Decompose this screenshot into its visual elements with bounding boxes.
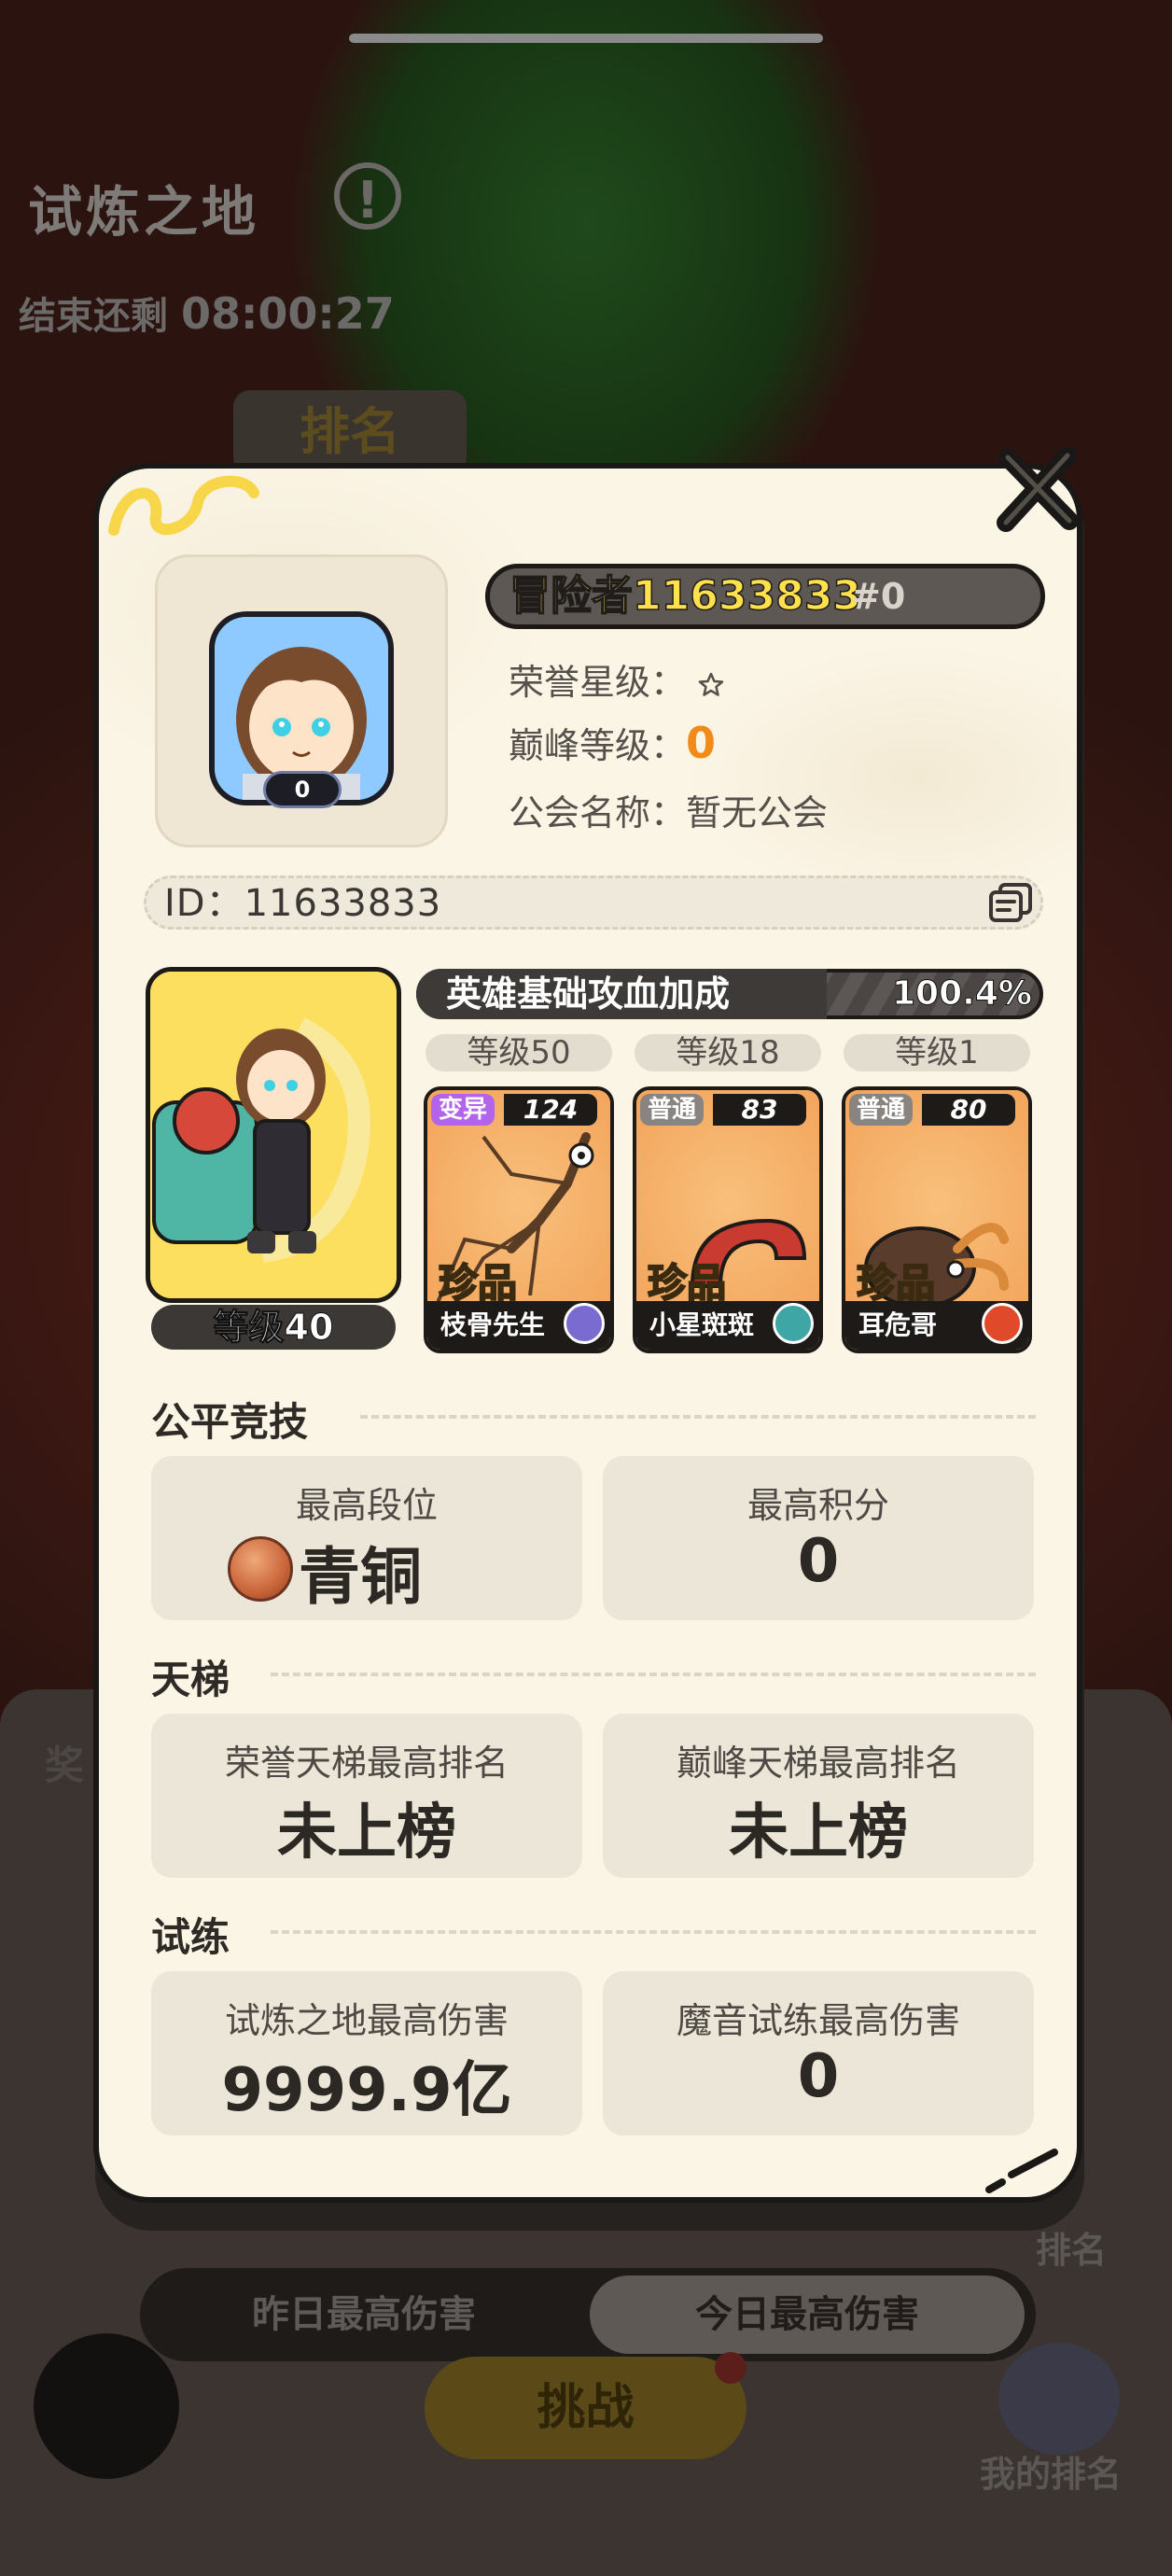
timer-value: 08:00:27 bbox=[180, 288, 395, 339]
pet-power: 124 bbox=[504, 1094, 597, 1126]
pet-rarity-badge: 普通 bbox=[849, 1094, 914, 1126]
timer-prefix: 结束还剩 bbox=[19, 295, 168, 338]
player-name: 冒险者11633833 bbox=[509, 571, 861, 621]
challenge-button: 挑战 bbox=[425, 2357, 746, 2459]
element-icon bbox=[773, 1303, 814, 1344]
hero-card[interactable] bbox=[146, 967, 401, 1303]
pet-card[interactable]: 普通 80 珍品 耳危哥 bbox=[842, 1086, 1032, 1353]
side-rank-button: 排名 bbox=[1036, 2230, 1108, 2271]
close-icon[interactable] bbox=[987, 439, 1090, 541]
guild-row: 公会名称：暂无公会 bbox=[509, 784, 828, 835]
pet-grade: 珍品 bbox=[647, 1259, 727, 1307]
pet-name: 小星斑斑 bbox=[649, 1309, 755, 1340]
my-rank-badge-icon bbox=[998, 2343, 1120, 2455]
section-divider bbox=[271, 1673, 1036, 1676]
corner-decoration-icon bbox=[985, 2149, 1058, 2193]
notification-dot bbox=[715, 2352, 746, 2384]
best-score-value: 0 bbox=[797, 1527, 840, 1596]
best-rank-value: 青铜 bbox=[299, 1541, 422, 1613]
honor-star-row: 荣誉星级： bbox=[509, 653, 725, 705]
pet-power: 80 bbox=[922, 1094, 1015, 1126]
home-indicator bbox=[349, 34, 823, 43]
screen-title: 试炼之地 bbox=[28, 180, 260, 244]
peak-level-row: 巅峰等级：0 bbox=[509, 717, 716, 768]
bonus-value: 100.4% bbox=[892, 974, 1033, 1014]
peak-level-label: 巅峰等级： bbox=[509, 725, 687, 766]
pet-name: 耳危哥 bbox=[858, 1309, 938, 1340]
squiggle-decoration-icon bbox=[108, 475, 259, 536]
peak-level-value: 0 bbox=[686, 718, 717, 768]
peak-ladder-label: 巅峰天梯最高排名 bbox=[676, 1743, 960, 1784]
honor-star-label: 荣誉星级： bbox=[509, 662, 687, 703]
pet-card[interactable]: 普通 83 珍品 小星斑斑 bbox=[633, 1086, 823, 1353]
guild-value: 暂无公会 bbox=[686, 792, 829, 833]
section-title-trial: 试练 bbox=[151, 1914, 230, 1960]
element-icon bbox=[564, 1303, 605, 1344]
element-icon bbox=[982, 1303, 1023, 1344]
player-tag: #0 bbox=[851, 576, 906, 617]
pet-level: 等级1 bbox=[844, 1034, 1030, 1071]
guild-label: 公会名称： bbox=[509, 792, 687, 833]
share-icon bbox=[34, 2333, 179, 2479]
section-title-ladder: 天梯 bbox=[151, 1657, 230, 1702]
info-icon: ! bbox=[334, 162, 401, 230]
pet-name: 枝骨先生 bbox=[440, 1309, 546, 1340]
section-divider bbox=[360, 1415, 1036, 1419]
copy-icon[interactable] bbox=[987, 881, 1034, 924]
honor-ladder-value: 未上榜 bbox=[277, 1799, 456, 1868]
best-score-label: 最高积分 bbox=[746, 1485, 889, 1526]
pet-rarity-badge: 变异 bbox=[431, 1094, 495, 1126]
tab-yesterday-damage: 昨日最高伤害 bbox=[252, 2293, 476, 2336]
player-id: ID：11633833 bbox=[164, 882, 442, 925]
tab-today-damage: 今日最高伤害 bbox=[590, 2275, 1025, 2354]
peak-ladder-value: 未上榜 bbox=[729, 1799, 908, 1868]
section-divider bbox=[271, 1930, 1036, 1934]
avatar-level-badge: 0 bbox=[263, 771, 342, 808]
trial-land-value: 9999.9亿 bbox=[221, 2056, 512, 2125]
countdown-timer: 结束还剩 08:00:27 bbox=[19, 286, 395, 340]
magic-trial-label: 魔音试练最高伤害 bbox=[676, 2000, 960, 2041]
pet-rarity-badge: 普通 bbox=[640, 1094, 705, 1126]
best-rank-label: 最高段位 bbox=[295, 1485, 438, 1526]
hero-level: 等级40 bbox=[151, 1305, 396, 1350]
rank-tab: 排名 bbox=[233, 390, 467, 474]
trial-land-label: 试炼之地最高伤害 bbox=[224, 2000, 509, 2041]
magic-trial-value: 0 bbox=[797, 2042, 840, 2111]
pet-card[interactable]: 变异 124 珍品 枝骨先生 bbox=[424, 1086, 614, 1353]
pet-grade: 珍品 bbox=[856, 1259, 936, 1307]
star-icon bbox=[698, 672, 724, 696]
bonus-label: 英雄基础攻血加成 bbox=[446, 973, 731, 1015]
pet-level: 等级50 bbox=[426, 1034, 612, 1071]
pet-level: 等级18 bbox=[635, 1034, 821, 1071]
reward-label: 奖 bbox=[45, 1743, 85, 1788]
section-title-fair: 公平竞技 bbox=[151, 1399, 309, 1445]
my-rank-button: 我的排名 bbox=[980, 2454, 1123, 2495]
pet-power: 83 bbox=[713, 1094, 806, 1126]
honor-ladder-label: 荣誉天梯最高排名 bbox=[224, 1743, 509, 1784]
hero-portrait-icon bbox=[150, 972, 397, 1298]
pet-grade: 珍品 bbox=[438, 1259, 518, 1307]
